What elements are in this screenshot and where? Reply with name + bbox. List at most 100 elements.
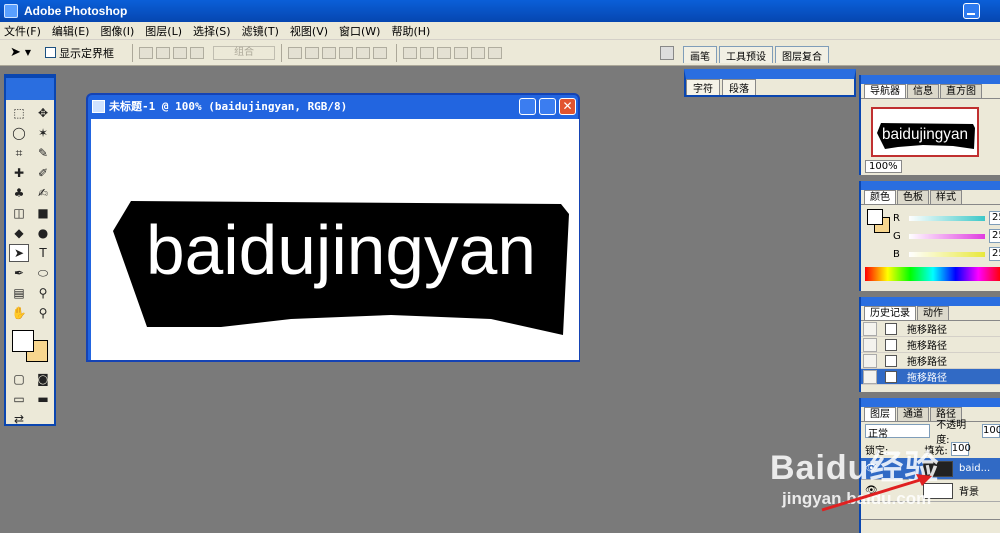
file-browser-icon[interactable] — [660, 46, 674, 60]
distribute-vcenter-icon[interactable] — [420, 46, 435, 59]
history-item[interactable]: 拖移路径 — [861, 369, 1000, 385]
menu-file[interactable]: 文件(F) — [4, 23, 41, 39]
menu-layer[interactable]: 图层(L) — [145, 23, 182, 39]
magic-wand-icon[interactable]: ✶ — [33, 124, 53, 142]
gradient-tool-icon[interactable]: ■ — [33, 204, 53, 222]
fill-input[interactable]: 100 — [950, 442, 971, 456]
slice-tool-icon[interactable]: ✎ — [33, 144, 53, 162]
doc-close-button[interactable]: ✕ — [559, 98, 576, 115]
tab-histogram[interactable]: 直方图 — [940, 84, 982, 98]
navigator-zoom-field[interactable]: 100% — [865, 160, 902, 173]
doc-maximize-button[interactable] — [539, 98, 556, 115]
document-canvas[interactable]: baidujingyan — [91, 119, 579, 360]
distribute-top-icon[interactable] — [403, 46, 418, 59]
tab-styles[interactable]: 样式 — [930, 190, 962, 204]
foreground-color-swatch[interactable] — [12, 330, 34, 352]
path-add-icon[interactable] — [139, 46, 154, 59]
align-bottom-icon[interactable] — [322, 46, 337, 59]
menu-window[interactable]: 窗口(W) — [339, 23, 380, 39]
path-selection-icon[interactable]: ➤ — [9, 244, 29, 262]
align-vcenter-icon[interactable] — [305, 46, 320, 59]
tab-swatches[interactable]: 色板 — [897, 190, 929, 204]
history-brush-source-box[interactable] — [863, 337, 877, 352]
path-subtract-icon[interactable] — [156, 46, 171, 59]
menu-image[interactable]: 图像(I) — [100, 23, 134, 39]
align-right-icon[interactable] — [373, 46, 388, 59]
menu-help[interactable]: 帮助(H) — [391, 23, 430, 39]
history-brush-source-box[interactable] — [863, 321, 877, 336]
menu-view[interactable]: 视图(V) — [290, 23, 328, 39]
clone-stamp-icon[interactable]: ♣ — [9, 184, 29, 202]
path-exclude-icon[interactable] — [190, 46, 205, 59]
distribute-right-icon[interactable] — [488, 46, 503, 59]
tab-history[interactable]: 历史记录 — [864, 306, 916, 320]
channel-slider[interactable] — [909, 233, 985, 239]
channel-slider[interactable] — [909, 215, 985, 221]
move-tool-icon[interactable]: ➤ — [10, 45, 21, 60]
marquee-tool-icon[interactable]: ⬚ — [9, 104, 29, 122]
combine-button[interactable]: 组合 — [213, 45, 276, 60]
blend-mode-select[interactable]: 正常 — [865, 424, 931, 440]
history-brush-source-box[interactable] — [863, 369, 877, 384]
tab-actions[interactable]: 动作 — [917, 306, 949, 320]
panel-foreground-swatch[interactable] — [867, 209, 883, 225]
opacity-input[interactable]: 100 — [982, 424, 1000, 438]
menu-filter[interactable]: 滤镜(T) — [242, 23, 279, 39]
blur-tool-icon[interactable]: ◆ — [9, 224, 29, 242]
history-item[interactable]: 拖移路径 — [861, 321, 1000, 337]
tab-layer-comps[interactable]: 图层复合 — [775, 46, 829, 63]
history-item[interactable]: 拖移路径 — [861, 353, 1000, 369]
tab-paragraph[interactable]: 段落 — [722, 79, 756, 95]
tab-tool-presets[interactable]: 工具预设 — [719, 46, 773, 63]
brush-tool-icon[interactable]: ✐ — [33, 164, 53, 182]
tab-color[interactable]: 颜色 — [864, 190, 896, 204]
channel-value-input[interactable]: 255 — [989, 247, 1000, 261]
path-intersect-icon[interactable] — [173, 46, 188, 59]
doc-minimize-button[interactable] — [519, 98, 536, 115]
zoom-tool-icon[interactable]: ⚲ — [33, 304, 53, 322]
distribute-left-icon[interactable] — [454, 46, 469, 59]
photoshop-feather-icon[interactable] — [6, 78, 54, 100]
pen-tool-icon[interactable]: ✒ — [9, 264, 29, 282]
tab-character[interactable]: 字符 — [686, 79, 720, 95]
menu-select[interactable]: 选择(S) — [193, 23, 231, 39]
align-top-icon[interactable] — [288, 46, 303, 59]
tab-channels[interactable]: 通道 — [897, 407, 929, 421]
quick-mask-icon[interactable]: ◙ — [33, 370, 53, 388]
distribute-hcenter-icon[interactable] — [471, 46, 486, 59]
menu-edit[interactable]: 编辑(E) — [52, 23, 90, 39]
history-brush-source-box[interactable] — [863, 353, 877, 368]
shape-tool-icon[interactable]: ⬭ — [33, 264, 53, 282]
history-item[interactable]: 拖移路径 — [861, 337, 1000, 353]
lasso-tool-icon[interactable]: ◯ — [9, 124, 29, 142]
minimize-button[interactable] — [963, 3, 980, 19]
align-left-icon[interactable] — [339, 46, 354, 59]
notes-tool-icon[interactable]: ▤ — [9, 284, 29, 302]
crop-tool-icon[interactable]: ⌗ — [9, 144, 29, 162]
tab-brushes[interactable]: 画笔 — [683, 46, 717, 63]
standard-mode-icon[interactable]: ▢ — [9, 370, 29, 388]
jump-to-imageready-icon[interactable]: ⇄ — [9, 410, 29, 428]
history-brush-icon[interactable]: ✍ — [33, 184, 53, 202]
navigator-thumbnail[interactable]: baidujingyan — [871, 107, 979, 157]
hand-tool-icon[interactable]: ✋ — [9, 304, 29, 322]
type-tool-icon[interactable]: T — [33, 244, 53, 262]
eraser-tool-icon[interactable]: ◫ — [9, 204, 29, 222]
healing-brush-icon[interactable]: ✚ — [9, 164, 29, 182]
dodge-tool-icon[interactable]: ● — [33, 224, 53, 242]
color-spectrum-ramp[interactable] — [865, 267, 1000, 281]
screen-mode-standard-icon[interactable]: ▭ — [9, 390, 29, 408]
tool-preset-arrow-icon[interactable]: ▼ — [25, 48, 31, 57]
tab-info[interactable]: 信息 — [907, 84, 939, 98]
distribute-bottom-icon[interactable] — [437, 46, 452, 59]
show-bbox-checkbox[interactable] — [45, 47, 57, 58]
screen-mode-full-icon[interactable]: ▬ — [33, 390, 53, 408]
channel-value-input[interactable]: 255 — [989, 211, 1000, 225]
align-hcenter-icon[interactable] — [356, 46, 371, 59]
move-tool-icon[interactable]: ✥ — [33, 104, 53, 122]
channel-value-input[interactable]: 255 — [989, 229, 1000, 243]
tab-navigator[interactable]: 导航器 — [864, 84, 906, 98]
eyedropper-icon[interactable]: ⚲ — [33, 284, 53, 302]
channel-slider[interactable] — [909, 251, 985, 257]
tab-layers[interactable]: 图层 — [864, 407, 896, 421]
